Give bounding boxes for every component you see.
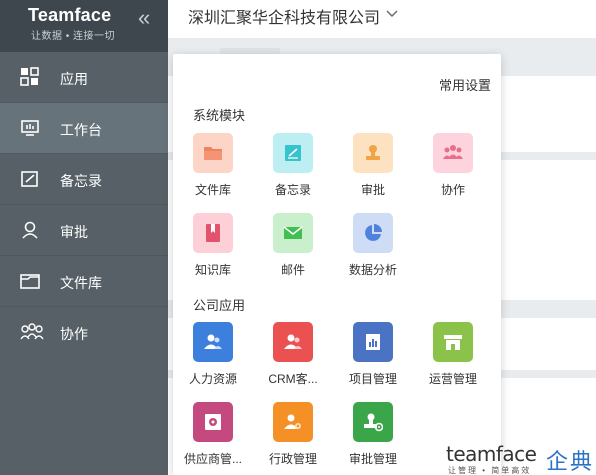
people-icon — [284, 334, 302, 349]
app-tile — [353, 322, 393, 362]
app-tile — [353, 402, 393, 442]
app-file-library[interactable]: 文件库 — [173, 133, 253, 203]
app-crm[interactable]: CRM客... — [253, 322, 333, 392]
store-icon — [444, 335, 462, 350]
report-icon — [366, 334, 380, 350]
company-apps-title: 公司应用 — [193, 298, 246, 313]
folder-icon — [204, 147, 222, 160]
app-knowledge-base[interactable]: 知识库 — [173, 213, 253, 283]
app-collaboration[interactable]: 协作 — [413, 133, 493, 203]
app-tile — [273, 133, 313, 173]
app-label: 文件库 — [194, 183, 231, 197]
people-icon — [204, 334, 222, 349]
sidebar-item-files[interactable]: 文件库 — [0, 256, 168, 307]
top-header: 深圳汇聚华企科技有限公司 — [168, 0, 596, 38]
admin-icon — [284, 414, 301, 429]
brand-slogan: 让数据 • 连接一切 — [31, 31, 116, 42]
app-tile — [273, 322, 313, 362]
app-tile — [433, 133, 473, 173]
app-tile — [193, 213, 233, 253]
sidebar-item-label: 文件库 — [60, 275, 102, 291]
app-tile — [353, 213, 393, 253]
memo-icon — [285, 145, 301, 161]
app-label: 审批管理 — [348, 452, 397, 466]
app-tile — [353, 133, 393, 173]
sidebar-item-workbench[interactable]: 工作台 — [0, 103, 168, 154]
sidebar-item-label: 应用 — [60, 71, 88, 87]
watermark-slogan: 让管理 • 简单高效 — [448, 466, 532, 475]
app-supplier-management[interactable]: 供应商管... — [173, 402, 253, 472]
chevron-down-icon[interactable] — [386, 8, 398, 18]
team-icon — [443, 145, 463, 159]
apps-dropdown-panel: 常用设置 系统模块 文件库 备忘录 审批 协作 知识库 邮件 数据分析 公司应用… — [173, 54, 501, 475]
app-label: 行政管理 — [268, 452, 317, 466]
approval-gear-icon — [364, 413, 383, 432]
common-settings-link[interactable]: 常用设置 — [439, 75, 491, 94]
app-label: 供应商管... — [183, 452, 242, 466]
app-tile — [193, 322, 233, 362]
collapse-sidebar-icon[interactable]: « — [138, 7, 150, 29]
app-label: 审批 — [360, 183, 385, 197]
app-operations-management[interactable]: 运营管理 — [413, 322, 493, 392]
pie-chart-icon — [365, 224, 382, 241]
watermark-logo: teamface 让管理 • 简单高效 企典 — [446, 442, 596, 475]
app-tile — [273, 402, 313, 442]
sidebar-item-approval[interactable]: 审批 — [0, 205, 168, 256]
app-label: 邮件 — [280, 263, 305, 277]
app-tile — [193, 133, 233, 173]
system-modules-title: 系统模块 — [193, 108, 246, 123]
app-approval[interactable]: 审批 — [333, 133, 413, 203]
app-administration[interactable]: 行政管理 — [253, 402, 333, 472]
app-label: 项目管理 — [348, 372, 397, 386]
app-approval-management[interactable]: 审批管理 — [333, 402, 413, 472]
sidebar: Teamface 让数据 • 连接一切 « 应用 工作台 备忘录 审批 文件库 … — [0, 0, 168, 475]
app-label: 协作 — [440, 183, 465, 197]
app-project-management[interactable]: 项目管理 — [333, 322, 413, 392]
workbench-icon — [21, 120, 39, 136]
sidebar-item-label: 备忘录 — [60, 173, 102, 189]
watermark-cn: 企典 — [546, 449, 595, 474]
app-tile — [273, 213, 313, 253]
stamp-icon — [366, 145, 380, 160]
app-label: 数据分析 — [348, 263, 397, 277]
folder-icon — [20, 274, 40, 289]
approval-user-icon — [22, 221, 38, 239]
watermark-brand: teamface — [446, 442, 537, 466]
brand-logo: Teamface — [28, 5, 112, 25]
sidebar-item-label: 协作 — [60, 326, 88, 342]
sidebar-item-apps[interactable]: 应用 — [0, 52, 168, 103]
sidebar-item-memo[interactable]: 备忘录 — [0, 154, 168, 205]
app-label: 备忘录 — [274, 183, 311, 197]
app-memo[interactable]: 备忘录 — [253, 133, 333, 203]
company-selector[interactable]: 深圳汇聚华企科技有限公司 — [188, 4, 380, 28]
team-icon — [20, 323, 44, 340]
sidebar-item-label: 工作台 — [60, 122, 102, 138]
brand-header: Teamface 让数据 • 连接一切 « — [0, 0, 168, 52]
app-human-resources[interactable]: 人力资源 — [173, 322, 253, 392]
app-label: 人力资源 — [188, 372, 237, 386]
mail-icon — [283, 226, 303, 239]
sidebar-item-label: 审批 — [60, 224, 88, 240]
apps-grid-icon — [20, 67, 39, 86]
app-tile — [193, 402, 233, 442]
sidebar-item-collaboration[interactable]: 协作 — [0, 307, 168, 358]
app-tile — [433, 322, 473, 362]
app-label: CRM客... — [268, 372, 318, 386]
memo-icon — [21, 171, 38, 187]
app-data-analysis[interactable]: 数据分析 — [333, 213, 413, 283]
supplier-icon — [205, 414, 221, 430]
book-icon — [206, 224, 220, 242]
app-mail[interactable]: 邮件 — [253, 213, 333, 283]
app-label: 知识库 — [194, 263, 231, 277]
app-label: 运营管理 — [428, 372, 477, 386]
